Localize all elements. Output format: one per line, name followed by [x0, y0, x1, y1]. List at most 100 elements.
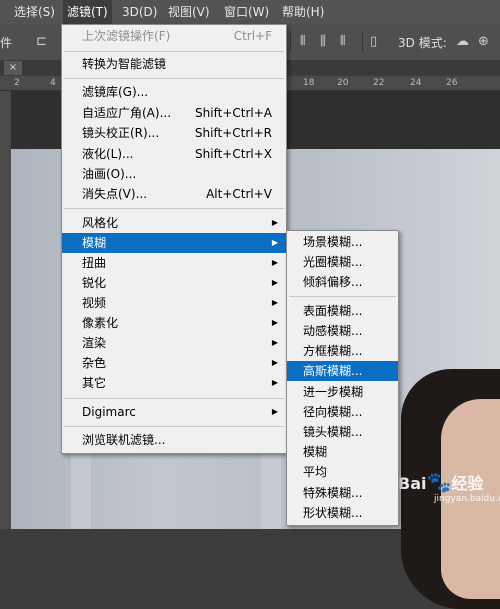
submenu-arrow-icon: ▶	[271, 378, 278, 387]
menu-item-label: 扭曲	[82, 256, 107, 270]
menu-item-other[interactable]: 其它 ▶	[62, 373, 286, 393]
submenu-item-iris-blur[interactable]: 光圈模糊...	[287, 252, 398, 272]
menu-filter[interactable]: 滤镜(T)	[63, 0, 112, 24]
options-label-fragment: 件	[0, 36, 13, 50]
divider	[362, 32, 363, 52]
submenu-item-radial-blur[interactable]: 径向模糊...	[287, 402, 398, 422]
ruler-mark: 26	[446, 78, 458, 88]
menu-item-label: 模糊	[82, 236, 107, 250]
submenu-arrow-icon: ▶	[271, 258, 278, 267]
menu-item-label: 浏览联机滤镜...	[82, 433, 166, 447]
menu-item-blur[interactable]: 模糊 ▶	[62, 233, 286, 253]
submenu-item-label: 光圈模糊...	[303, 255, 363, 269]
menu-item-label: 杂色	[82, 356, 107, 370]
watermark-brand-cn: 经验	[451, 474, 484, 493]
3d-rotate-icon[interactable]: ⊕	[478, 34, 489, 50]
filter-menu: 上次滤镜操作(F) Ctrl+F 转换为智能滤镜 滤镜库(G)... 自适应广角…	[61, 24, 287, 454]
menu-item-label: 锐化	[82, 276, 107, 290]
submenu-item-surface-blur[interactable]: 表面模糊...	[287, 301, 398, 321]
arrange-icon[interactable]: ▯	[370, 34, 377, 50]
submenu-item-label: 表面模糊...	[303, 304, 363, 318]
menu-item-render[interactable]: 渲染 ▶	[62, 333, 286, 353]
menu-item-label: 视频	[82, 296, 107, 310]
submenu-item-average[interactable]: 平均	[287, 462, 398, 482]
submenu-item-label: 模糊	[303, 445, 328, 459]
paw-icon: 🐾	[426, 470, 452, 494]
submenu-arrow-icon: ▶	[271, 407, 278, 416]
menu-item-digimarc[interactable]: Digimarc ▶	[62, 402, 286, 422]
submenu-item-shape-blur[interactable]: 形状模糊...	[287, 503, 398, 523]
close-tab-icon[interactable]: ×	[4, 61, 22, 75]
submenu-arrow-icon: ▶	[271, 218, 278, 227]
menu-item-oil-paint[interactable]: 油画(O)...	[62, 164, 286, 184]
menu-item-vanishing-point[interactable]: 消失点(V)... Alt+Ctrl+V	[62, 184, 286, 204]
menu-item-adaptive-wide-angle[interactable]: 自适应广角(A)... Shift+Ctrl+A	[62, 103, 286, 123]
submenu-item-label: 动感模糊...	[303, 324, 363, 338]
menu-item-shortcut: Ctrl+F	[233, 29, 272, 43]
submenu-item-field-blur[interactable]: 场景模糊...	[287, 232, 398, 252]
menu-item-last-filter[interactable]: 上次滤镜操作(F) Ctrl+F	[62, 26, 286, 46]
submenu-item-lens-blur[interactable]: 镜头模糊...	[287, 422, 398, 442]
menu-separator	[289, 296, 396, 297]
menu-item-label: 镜头校正(R)...	[82, 126, 160, 140]
menu-item-label: 其它	[82, 376, 107, 390]
submenu-item-box-blur[interactable]: 方框模糊...	[287, 341, 398, 361]
submenu-item-label: 形状模糊...	[303, 506, 363, 520]
ruler-mark: 20	[337, 78, 349, 88]
menu-item-pixelate[interactable]: 像素化 ▶	[62, 313, 286, 333]
watermark-url: jingyan.baidu.com	[434, 494, 500, 504]
submenu-arrow-icon: ▶	[271, 338, 278, 347]
menu-item-label: 消失点(V)...	[82, 187, 148, 201]
ruler-mark: 4	[50, 78, 56, 88]
submenu-item-motion-blur[interactable]: 动感模糊...	[287, 321, 398, 341]
menu-view[interactable]: 视图(V)	[164, 0, 214, 24]
menu-item-lens-correction[interactable]: 镜头校正(R)... Shift+Ctrl+R	[62, 123, 286, 143]
submenu-item-label: 倾斜偏移...	[303, 275, 363, 289]
watermark-brand: Bai	[398, 474, 427, 493]
menu-item-liquify[interactable]: 液化(L)... Shift+Ctrl+X	[62, 144, 286, 164]
submenu-arrow-icon: ▶	[271, 358, 278, 367]
ruler-mark: 24	[410, 78, 422, 88]
submenu-arrow-icon: ▶	[271, 238, 278, 247]
submenu-item-gaussian-blur[interactable]: 高斯模糊...	[287, 361, 398, 381]
submenu-item-label: 径向模糊...	[303, 405, 363, 419]
menu-item-label: Digimarc	[82, 405, 136, 419]
menu-item-label: 自适应广角(A)...	[82, 106, 172, 120]
menu-item-video[interactable]: 视频 ▶	[62, 293, 286, 313]
submenu-item-blur-more[interactable]: 进一步模糊	[287, 382, 398, 402]
submenu-item-tilt-shift[interactable]: 倾斜偏移...	[287, 272, 398, 292]
3d-mode-label: 3D 模式:	[398, 36, 447, 50]
menu-3d[interactable]: 3D(D)	[118, 0, 161, 24]
menu-item-sharpen[interactable]: 锐化 ▶	[62, 273, 286, 293]
menu-item-label: 像素化	[82, 316, 119, 330]
menu-item-browse-online-filters[interactable]: 浏览联机滤镜...	[62, 430, 286, 450]
distribute-right-icon[interactable]: ⫴	[340, 34, 345, 50]
menu-item-distort[interactable]: 扭曲 ▶	[62, 253, 286, 273]
menu-item-noise[interactable]: 杂色 ▶	[62, 353, 286, 373]
submenu-item-label: 特殊模糊...	[303, 486, 363, 500]
menu-item-shortcut: Shift+Ctrl+R	[194, 126, 272, 140]
submenu-arrow-icon: ▶	[271, 298, 278, 307]
menu-item-filter-gallery[interactable]: 滤镜库(G)...	[62, 82, 286, 102]
divider	[290, 32, 291, 52]
menu-item-convert-smart-filters[interactable]: 转换为智能滤镜	[62, 54, 286, 74]
menu-item-shortcut: Shift+Ctrl+A	[195, 106, 272, 120]
align-left-icon[interactable]: ⊏	[36, 34, 47, 50]
menu-item-stylize[interactable]: 风格化 ▶	[62, 213, 286, 233]
distribute-icon[interactable]: ⫴	[300, 34, 305, 50]
ruler-mark: 22	[373, 78, 385, 88]
submenu-item-smart-blur[interactable]: 特殊模糊...	[287, 483, 398, 503]
menu-help[interactable]: 帮助(H)	[278, 0, 328, 24]
menu-window[interactable]: 窗口(W)	[220, 0, 273, 24]
menu-item-label: 液化(L)...	[82, 147, 134, 161]
vertical-ruler	[0, 91, 11, 529]
distribute-center-icon[interactable]: ⫼	[320, 34, 326, 50]
submenu-item-label: 平均	[303, 465, 328, 479]
submenu-item-blur[interactable]: 模糊	[287, 442, 398, 462]
menu-item-label: 风格化	[82, 216, 119, 230]
submenu-arrow-icon: ▶	[271, 318, 278, 327]
menu-select[interactable]: 选择(S)	[10, 0, 59, 24]
menu-item-label: 油画(O)...	[82, 167, 137, 181]
3d-orbit-icon[interactable]: ☁	[456, 34, 469, 50]
submenu-arrow-icon: ▶	[271, 278, 278, 287]
